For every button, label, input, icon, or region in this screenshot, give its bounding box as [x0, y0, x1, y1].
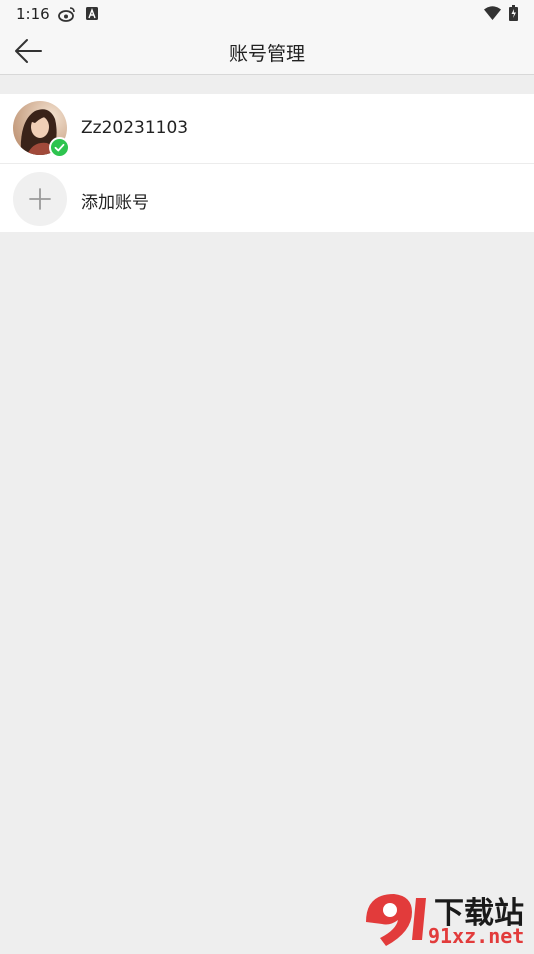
account-row[interactable]: Zz20231103	[0, 94, 534, 163]
active-check-icon	[49, 137, 70, 158]
watermark: 下载站 91xz.net	[360, 888, 534, 950]
account-list: Zz20231103 添加账号	[0, 94, 534, 232]
app-header: 账号管理	[0, 28, 534, 75]
add-account-circle	[13, 172, 67, 226]
wifi-icon	[484, 6, 501, 20]
plus-icon	[29, 188, 51, 210]
app-a-icon	[86, 7, 98, 20]
add-account-row[interactable]: 添加账号	[0, 163, 534, 232]
account-username: Zz20231103	[81, 118, 189, 138]
page-title: 账号管理	[228, 43, 305, 65]
battery-icon	[509, 5, 518, 21]
add-account-label: 添加账号	[81, 193, 149, 213]
watermark-domain: 91xz.net	[428, 924, 525, 948]
status-bar: 1:16	[0, 0, 534, 28]
status-time: 1:16	[16, 5, 50, 23]
weibo-icon	[58, 7, 75, 22]
